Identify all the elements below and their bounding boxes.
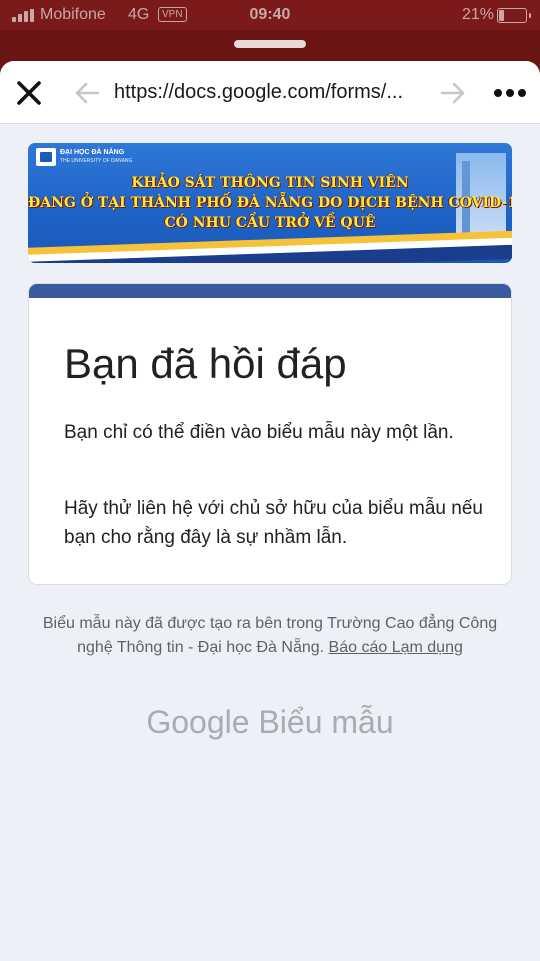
banner-line-1: KHẢO SÁT THÔNG TIN SINH VIÊN (131, 175, 409, 191)
google-wordmark: Google (146, 704, 250, 740)
close-icon[interactable] (16, 80, 42, 106)
report-abuse-link[interactable]: Báo cáo Lạm dụng (329, 639, 463, 656)
sheet-grabber[interactable] (234, 40, 306, 48)
card-hint: Hãy thử liên hệ với chủ sở hữu của biểu … (64, 498, 483, 548)
forms-wordmark: Biểu mẫu (258, 704, 394, 740)
card-accent-bar (29, 284, 511, 298)
back-arrow-icon[interactable] (74, 81, 100, 105)
university-logo (36, 148, 56, 166)
browser-sheet: https://docs.google.com/forms/... ĐẠI HỌ… (0, 61, 540, 961)
card-message: Bạn chỉ có thể điền vào biểu mẫu này một… (64, 422, 454, 443)
battery-percent: 21% (462, 6, 495, 23)
browser-toolbar: https://docs.google.com/forms/... (0, 61, 540, 124)
footer-note: Biểu mẫu này đã được tạo ra bên trong Tr… (40, 612, 500, 660)
clock: 09:40 (249, 6, 291, 23)
card-title: Bạn đã hồi đáp (64, 340, 347, 387)
banner-line-2: ĐANG Ở TẠI THÀNH PHỐ ĐÀ NẴNG DO DỊCH BỆN… (28, 195, 512, 211)
form-header-banner: ĐẠI HỌC ĐÀ NẴNG THE UNIVERSITY OF DANANG… (28, 143, 512, 263)
banner-line-3: CÓ NHU CẦU TRỞ VỀ QUÊ (164, 215, 376, 231)
battery-icon (497, 8, 531, 23)
banner-org-subtitle: THE UNIVERSITY OF DANANG (60, 158, 133, 164)
status-bar: Mobifone 4G VPN 09:40 21% (0, 0, 540, 30)
google-forms-logo[interactable]: Google Biểu mẫu (0, 704, 540, 741)
response-card: Bạn đã hồi đáp Bạn chỉ có thể điền vào b… (28, 283, 512, 585)
more-options-icon[interactable] (494, 89, 526, 97)
banner-org-name: ĐẠI HỌC ĐÀ NẴNG (60, 149, 125, 156)
url-field[interactable]: https://docs.google.com/forms/... (114, 81, 403, 104)
forward-arrow-icon[interactable] (440, 81, 466, 105)
